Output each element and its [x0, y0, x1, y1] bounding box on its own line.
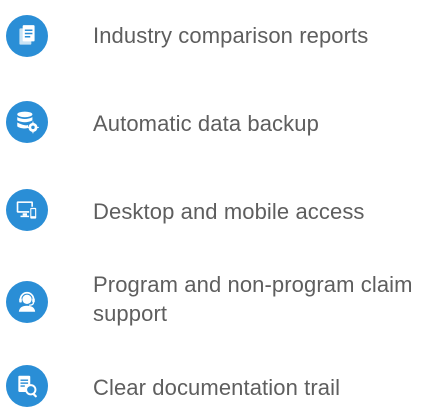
document-search-icon: [6, 365, 48, 407]
feature-label: Program and non-program claim support: [93, 272, 413, 326]
feature-item-desktop-and-mobile-access: Desktop and mobile access: [0, 186, 427, 234]
feature-label: Clear documentation trail: [93, 375, 341, 400]
feature-item-automatic-data-backup: Automatic data backup: [0, 98, 427, 146]
feature-list: Industry comparison reports Automatic da…: [0, 0, 427, 420]
feature-label: Automatic data backup: [93, 111, 319, 136]
feature-item-claim-support: Program and non-program claim support: [0, 266, 427, 332]
feature-label: Industry comparison reports: [93, 23, 369, 48]
feature-label: Desktop and mobile access: [93, 199, 365, 224]
database-gear-icon: [6, 101, 48, 143]
feature-item-clear-documentation-trail: Clear documentation trail: [0, 362, 427, 410]
document-copy-icon: [6, 15, 48, 57]
feature-item-industry-comparison-reports: Industry comparison reports: [0, 12, 427, 60]
headset-support-icon: [6, 281, 48, 323]
desktop-mobile-icon: [6, 189, 48, 231]
